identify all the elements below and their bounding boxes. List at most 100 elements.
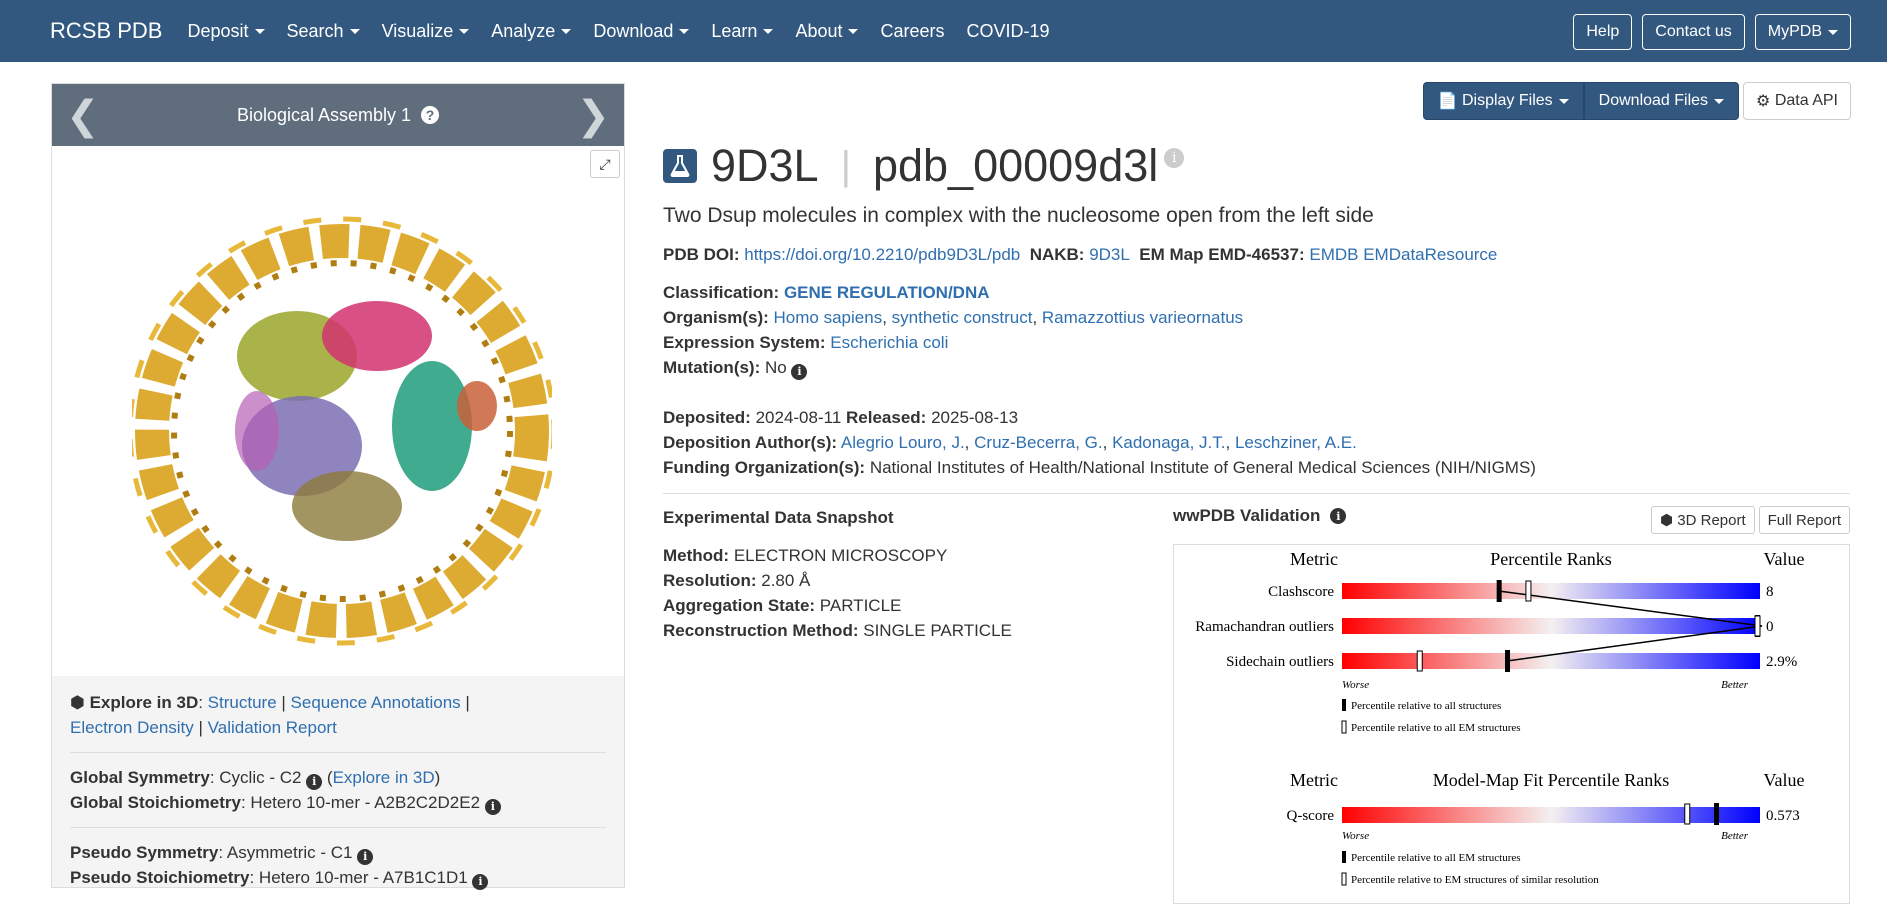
fit-legend-em-marker (1342, 851, 1346, 863)
author-link[interactable]: Kadonaga, J.T. (1112, 433, 1225, 452)
expression-system-link[interactable]: Escherichia coli (830, 333, 948, 352)
method-label: Method: (663, 546, 730, 565)
brand-logo[interactable]: RCSB PDB (50, 18, 162, 44)
validation-slider-graphic[interactable]: Metric Percentile Ranks Value Clashscore… (1173, 544, 1850, 904)
sequence-annotations-link[interactable]: Sequence Annotations (291, 693, 461, 712)
aggregation-value: PARTICLE (819, 596, 902, 615)
doi-label: PDB DOI: (663, 245, 740, 264)
deposited-label: Deposited: (663, 408, 751, 427)
help-button[interactable]: Help (1573, 14, 1633, 50)
explore-label: Explore in 3D (89, 693, 199, 712)
fit-legend-res-marker (1341, 872, 1347, 886)
data-api-button[interactable]: ⚙ Data API (1743, 82, 1851, 120)
metric-value: 2.9% (1766, 654, 1797, 670)
method-value: ELECTRON MICROSCOPY (733, 546, 948, 565)
nav-about[interactable]: About (795, 21, 859, 42)
global-symmetry-row: Global Symmetry: Cyclic - C2 i (Explore … (70, 768, 441, 790)
nav-learn[interactable]: Learn (711, 21, 774, 42)
nakb-link[interactable]: 9D3L (1089, 245, 1130, 264)
mutation-value: No (765, 358, 787, 377)
top-navbar: RCSB PDB Deposit Search Visualize Analyz… (0, 0, 1887, 62)
global-symmetry-label: Global Symmetry (70, 768, 210, 787)
assembly-title: Biological Assembly 1 (236, 104, 412, 125)
entry-header: 9D3L | pdb_00009d3l i (663, 140, 1185, 192)
info-icon[interactable]: i (357, 848, 374, 865)
deposited-date: 2024-08-11 (755, 408, 842, 427)
classification-link[interactable]: GENE REGULATION/DNA (784, 283, 990, 302)
contact-us-button[interactable]: Contact us (1642, 14, 1745, 50)
nav-deposit[interactable]: Deposit (187, 21, 265, 42)
global-stoichiometry-value: : Hetero 10-mer - A2B2C2D2E2 (240, 793, 481, 812)
all-structures-marker (1496, 580, 1502, 602)
better-label: Better (1721, 679, 1749, 691)
qscore-em-marker (1714, 803, 1720, 825)
explore-symmetry-link[interactable]: Explore in 3D (333, 768, 435, 787)
fit-value-header: Value (1764, 770, 1805, 790)
nav-search[interactable]: Search (287, 21, 360, 42)
aggregation-label: Aggregation State: (663, 596, 816, 615)
display-files-button[interactable]: 📄 Display Files (1422, 82, 1584, 120)
expand-icon[interactable]: ⤢ (590, 150, 620, 178)
caret-down-icon (459, 28, 470, 34)
info-icon[interactable]: i (1330, 508, 1347, 524)
structure-link[interactable]: Structure (208, 693, 277, 712)
info-icon[interactable]: i (791, 363, 808, 380)
global-stoichiometry-row: Global Stoichiometry: Hetero 10-mer - A2… (70, 790, 606, 815)
nav-covid19[interactable]: COVID-19 (967, 21, 1050, 42)
question-icon[interactable]: ? (421, 106, 440, 124)
fit-legend-em-text: Percentile relative to all EM structures (1351, 852, 1521, 864)
pseudo-stoichiometry-value: : Hetero 10-mer - A7B1C1D1 (249, 868, 468, 887)
pseudo-symmetry-row: Pseudo Symmetry: Asymmetric - C1 i (70, 840, 606, 865)
caret-down-icon (679, 28, 690, 34)
author-link[interactable]: Alegrio Louro, J. (841, 433, 965, 452)
metric-value: 8 (1766, 584, 1774, 600)
info-icon[interactable]: i (1164, 148, 1185, 168)
molecule-image (132, 216, 552, 646)
emdb-link[interactable]: EMDB (1309, 245, 1358, 264)
metric-header: Metric (1290, 549, 1338, 569)
authors-label: Deposition Author(s): (663, 433, 838, 452)
fit-legend-res-text: Percentile relative to EM structures of … (1351, 874, 1599, 886)
pdb-id: 9D3L (711, 140, 819, 191)
electron-density-link[interactable]: Electron Density (70, 718, 194, 737)
divider (70, 752, 606, 753)
full-report-button[interactable]: Full Report (1758, 506, 1850, 534)
organism-link[interactable]: Ramazzottius varieornatus (1042, 308, 1243, 327)
next-assembly-arrow-icon[interactable]: ❯ (576, 96, 610, 136)
divider (70, 827, 606, 828)
qscore-resolution-marker (1684, 803, 1691, 825)
qscore-value: 0.573 (1766, 808, 1800, 824)
mypdb-button[interactable]: MyPDB (1754, 14, 1851, 50)
info-icon[interactable]: i (472, 873, 489, 890)
info-icon[interactable]: i (484, 798, 501, 815)
organism-link[interactable]: synthetic construct (892, 308, 1033, 327)
author-link[interactable]: Cruz-Becerra, G. (974, 433, 1102, 452)
info-icon[interactable]: i (306, 773, 323, 790)
nav-visualize[interactable]: Visualize (382, 21, 470, 42)
caret-down-icon (561, 28, 572, 34)
funding-label: Funding Organization(s): (663, 458, 866, 477)
qscore-label: Q-score (1287, 808, 1335, 824)
percentile-ranks-header: Percentile Ranks (1490, 549, 1611, 569)
nav-download[interactable]: Download (593, 21, 690, 42)
all-structures-marker (1505, 650, 1511, 672)
legend-em-text: Percentile relative to all EM structures (1351, 722, 1521, 734)
nav-analyze[interactable]: Analyze (491, 21, 572, 42)
previous-assembly-arrow-icon[interactable]: ❮ (66, 96, 100, 136)
pseudo-stoichiometry-row: Pseudo Stoichiometry: Hetero 10-mer - A7… (70, 865, 606, 890)
validation-report-link[interactable]: Validation Report (208, 718, 337, 737)
mutation-label: Mutation(s): (663, 358, 761, 377)
caret-down-icon (1828, 29, 1838, 35)
caret-down-icon (763, 28, 774, 34)
download-files-button[interactable]: Download Files (1583, 82, 1740, 120)
emdataresource-link[interactable]: EMDataResource (1363, 245, 1497, 264)
author-link[interactable]: Leschziner, A.E. (1235, 433, 1357, 452)
worse-label: Worse (1342, 679, 1369, 691)
assembly-info: ⬢ Explore in 3D: Structure | Sequence An… (52, 676, 624, 890)
organism-link[interactable]: Homo sapiens (774, 308, 883, 327)
expression-label: Expression System: (663, 333, 826, 352)
3d-report-button[interactable]: ⬢ 3D Report (1650, 506, 1755, 534)
doi-link[interactable]: https://doi.org/10.2210/pdb9D3L/pdb (744, 245, 1020, 264)
nav-careers[interactable]: Careers (880, 21, 944, 42)
molecule-viewer[interactable]: ⤢ (52, 146, 624, 676)
